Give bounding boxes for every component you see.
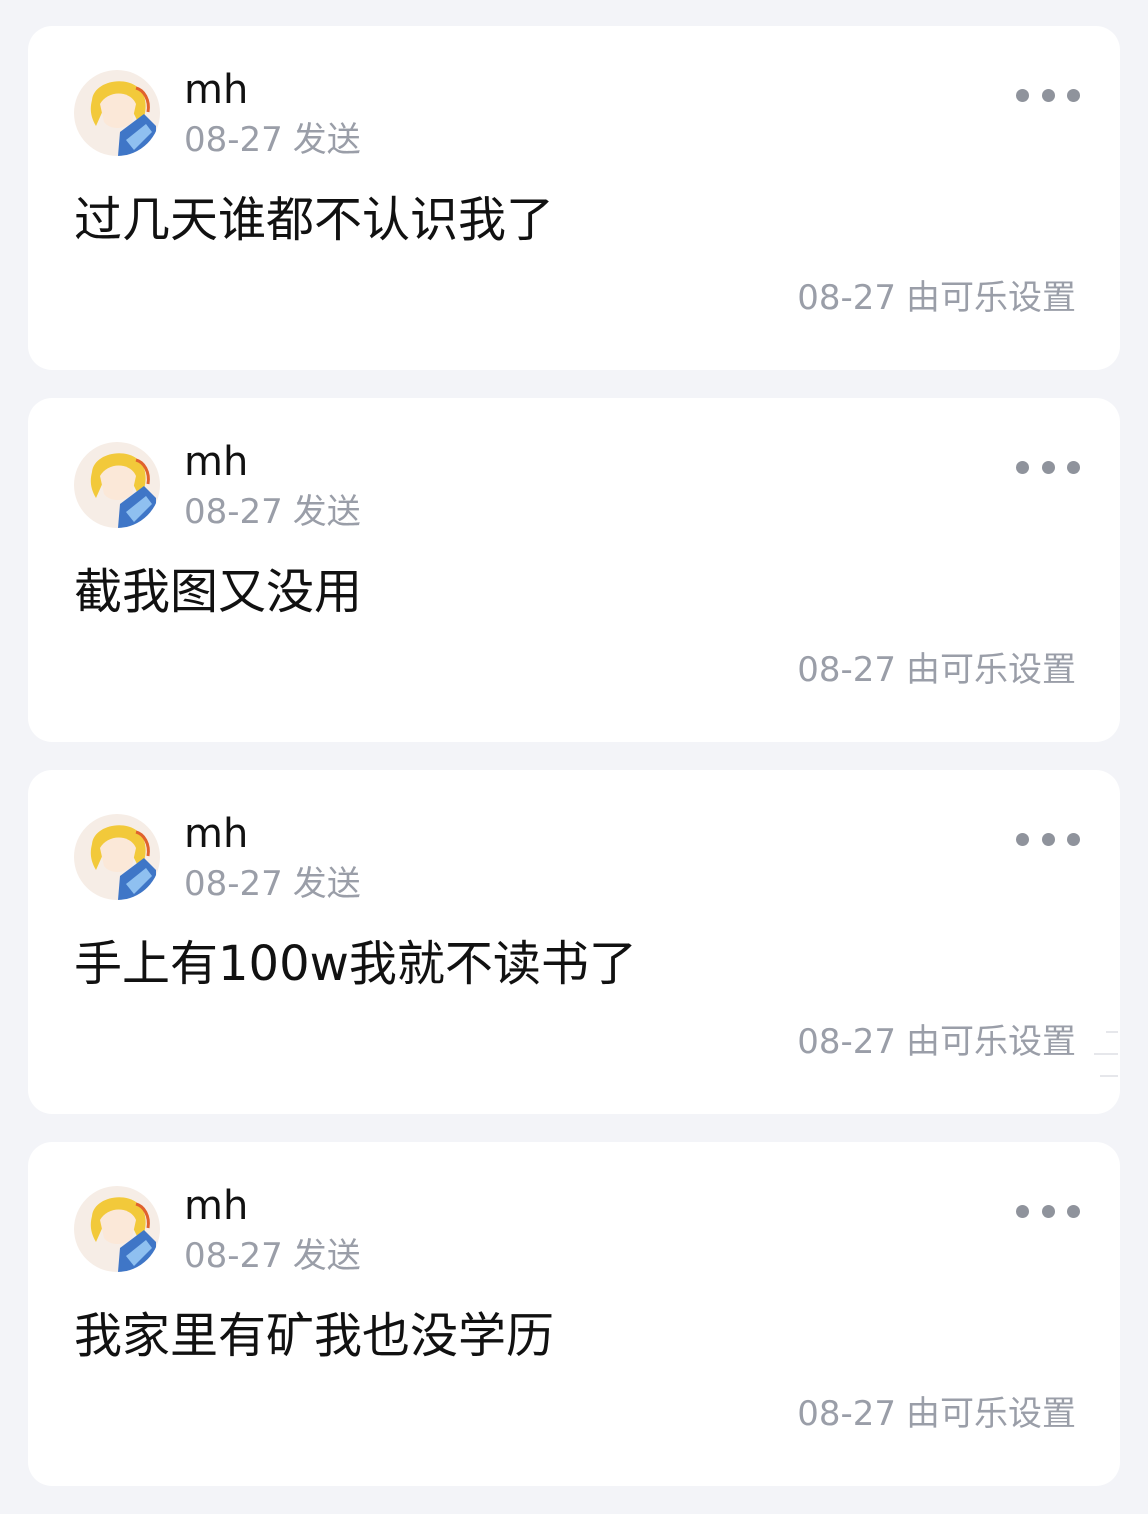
anime-avatar-icon xyxy=(74,1186,160,1272)
set-by-label: 由可乐设置 xyxy=(906,1394,1076,1434)
post-feed: mh 08-27 发送 过几天谁都不认识我了 08-27 由可乐设置 mh 08-2… xyxy=(28,26,1120,1514)
post-card[interactable]: mh 08-27 发送 手上有100w我就不读书了 08-27 由可乐设置 xyxy=(28,770,1120,1114)
sent-date: 08-27 xyxy=(184,492,283,532)
more-icon xyxy=(1041,460,1055,474)
post-message: 手上有100w我就不读书了 xyxy=(74,936,637,992)
avatar[interactable] xyxy=(74,442,160,528)
sent-timestamp: 08-27 发送 xyxy=(184,118,361,162)
more-icon xyxy=(1016,460,1029,474)
set-by-info: 08-27 由可乐设置 xyxy=(797,1392,1076,1436)
sent-timestamp: 08-27 发送 xyxy=(184,862,361,906)
set-date: 08-27 xyxy=(797,1394,896,1434)
more-icon xyxy=(1067,1204,1080,1218)
anime-avatar-icon xyxy=(74,442,160,528)
more-options-button[interactable] xyxy=(1016,80,1080,110)
set-date: 08-27 xyxy=(797,278,896,318)
username[interactable]: mh xyxy=(184,1182,248,1230)
set-by-info: 08-27 由可乐设置 xyxy=(797,276,1076,320)
sent-date: 08-27 xyxy=(184,1236,283,1276)
username[interactable]: mh xyxy=(184,810,248,858)
post-card[interactable]: mh 08-27 发送 我家里有矿我也没学历 08-27 由可乐设置 xyxy=(28,1142,1120,1486)
more-options-button[interactable] xyxy=(1016,1196,1080,1226)
more-options-button[interactable] xyxy=(1016,824,1080,854)
post-card[interactable]: mh 08-27 发送 截我图又没用 08-27 由可乐设置 xyxy=(28,398,1120,742)
set-by-label: 由可乐设置 xyxy=(906,278,1076,318)
set-by-label: 由可乐设置 xyxy=(906,650,1076,690)
watermark-icon xyxy=(1094,1031,1118,1077)
more-icon xyxy=(1067,832,1080,846)
post-message: 过几天谁都不认识我了 xyxy=(74,192,555,248)
avatar[interactable] xyxy=(74,1186,160,1272)
anime-avatar-icon xyxy=(74,814,160,900)
set-by-info: 08-27 由可乐设置 xyxy=(797,1020,1076,1064)
more-icon xyxy=(1016,1204,1029,1218)
sent-timestamp: 08-27 发送 xyxy=(184,1234,361,1278)
sent-label: 发送 xyxy=(292,864,361,904)
username[interactable]: mh xyxy=(184,66,248,114)
sent-timestamp: 08-27 发送 xyxy=(184,490,361,534)
more-icon xyxy=(1067,88,1080,102)
avatar[interactable] xyxy=(74,70,160,156)
sent-label: 发送 xyxy=(292,492,361,532)
set-by-info: 08-27 由可乐设置 xyxy=(797,648,1076,692)
post-message: 截我图又没用 xyxy=(74,564,363,620)
post-message: 我家里有矿我也没学历 xyxy=(74,1308,555,1364)
sent-date: 08-27 xyxy=(184,120,283,160)
sent-label: 发送 xyxy=(292,120,361,160)
sent-label: 发送 xyxy=(292,1236,361,1276)
username[interactable]: mh xyxy=(184,438,248,486)
anime-avatar-icon xyxy=(74,70,160,156)
more-options-button[interactable] xyxy=(1016,452,1080,482)
post-card[interactable]: mh 08-27 发送 过几天谁都不认识我了 08-27 由可乐设置 xyxy=(28,26,1120,370)
more-icon xyxy=(1041,1204,1055,1218)
set-by-label: 由可乐设置 xyxy=(906,1022,1076,1062)
set-date: 08-27 xyxy=(797,1022,896,1062)
more-icon xyxy=(1067,460,1080,474)
set-date: 08-27 xyxy=(797,650,896,690)
avatar[interactable] xyxy=(74,814,160,900)
more-icon xyxy=(1041,88,1055,102)
sent-date: 08-27 xyxy=(184,864,283,904)
more-icon xyxy=(1016,832,1029,846)
more-icon xyxy=(1041,832,1055,846)
more-icon xyxy=(1016,88,1029,102)
